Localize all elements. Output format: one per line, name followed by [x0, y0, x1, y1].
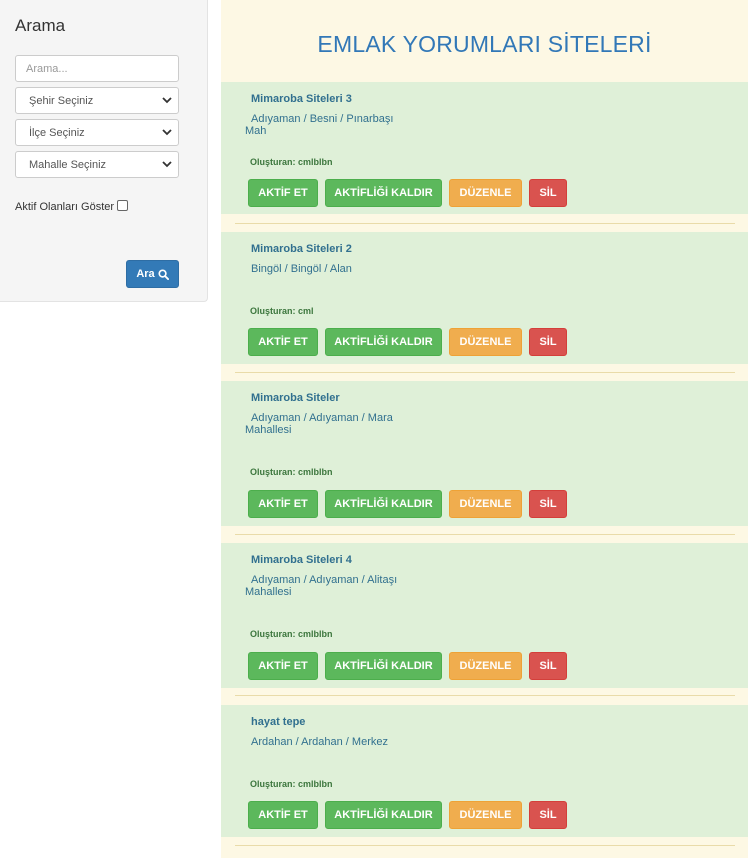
list-item: hayat tepe Ardahan / Ardahan / Merkez Ol…: [221, 705, 748, 837]
site-creator: Oluşturan: cmlblbn: [250, 467, 333, 477]
site-name: Mimaroba Siteleri 4: [251, 554, 352, 566]
search-input[interactable]: [16, 56, 178, 81]
deactivate-button[interactable]: AKTİFLİĞİ KALDIR: [325, 490, 442, 518]
delete-button[interactable]: SİL: [529, 801, 567, 829]
list-item: Mimaroba Siteler Adıyaman / Adıyaman / M…: [221, 381, 748, 526]
site-name: hayat tepe: [251, 716, 306, 728]
action-buttons: AKTİF ET AKTİFLİĞİ KALDIR DÜZENLE SİL: [248, 490, 567, 518]
activate-button[interactable]: AKTİF ET: [248, 179, 318, 207]
search-icon: [158, 268, 169, 280]
delete-button[interactable]: SİL: [529, 328, 567, 356]
site-location: Adıyaman / Besni / Pınarbaşı Mah: [245, 113, 394, 137]
site-name: Mimaroba Siteleri 3: [251, 93, 352, 105]
search-panel-title: Arama: [15, 16, 66, 35]
city-select[interactable]: Şehir Seçiniz: [15, 87, 179, 114]
site-creator: Oluşturan: cmlblbn: [250, 629, 333, 639]
site-name: Mimaroba Siteleri 2: [251, 243, 352, 255]
divider: [235, 372, 735, 373]
deactivate-button[interactable]: AKTİFLİĞİ KALDIR: [325, 179, 442, 207]
edit-button[interactable]: DÜZENLE: [449, 179, 522, 207]
site-name: Mimaroba Siteler: [251, 392, 340, 404]
search-button[interactable]: Ara: [126, 260, 179, 288]
list-item: Mimaroba Siteleri 2 Bingöl / Bingöl / Al…: [221, 232, 748, 364]
chevron-down-icon: [162, 161, 172, 168]
chevron-down-icon: [162, 97, 172, 104]
search-input-wrapper: [15, 55, 179, 82]
deactivate-button[interactable]: AKTİFLİĞİ KALDIR: [325, 652, 442, 680]
site-location: Bingöl / Bingöl / Alan: [251, 263, 352, 275]
deactivate-button[interactable]: AKTİFLİĞİ KALDIR: [325, 801, 442, 829]
edit-button[interactable]: DÜZENLE: [449, 328, 522, 356]
active-filter-row: Aktif Olanları Göster: [15, 200, 129, 213]
list-item: Mimaroba Siteleri 3 Adıyaman / Besni / P…: [221, 82, 748, 214]
divider: [235, 223, 735, 224]
site-location: Adıyaman / Adıyaman / Alitaşı Mahallesi: [245, 574, 398, 598]
activate-button[interactable]: AKTİF ET: [248, 801, 318, 829]
activate-button[interactable]: AKTİF ET: [248, 328, 318, 356]
edit-button[interactable]: DÜZENLE: [449, 490, 522, 518]
chevron-down-icon: [162, 129, 172, 136]
edit-button[interactable]: DÜZENLE: [449, 801, 522, 829]
list-item: Mimaroba Siteleri 4 Adıyaman / Adıyaman …: [221, 543, 748, 688]
delete-button[interactable]: SİL: [529, 490, 567, 518]
district-select[interactable]: İlçe Seçiniz: [15, 119, 179, 146]
divider: [235, 534, 735, 535]
active-checkbox-label: Aktif Olanları Göster: [15, 201, 115, 213]
activate-button[interactable]: AKTİF ET: [248, 652, 318, 680]
site-location: Adıyaman / Adıyaman / Mara Mahallesi: [245, 412, 393, 436]
action-buttons: AKTİF ET AKTİFLİĞİ KALDIR DÜZENLE SİL: [248, 328, 567, 356]
district-select-value: İlçe Seçiniz: [29, 127, 85, 139]
delete-button[interactable]: SİL: [529, 652, 567, 680]
edit-button[interactable]: DÜZENLE: [449, 652, 522, 680]
action-buttons: AKTİF ET AKTİFLİĞİ KALDIR DÜZENLE SİL: [248, 801, 567, 829]
active-checkbox[interactable]: [117, 200, 129, 211]
site-location: Ardahan / Ardahan / Merkez: [251, 736, 388, 748]
divider: [235, 845, 735, 846]
delete-button[interactable]: SİL: [529, 179, 567, 207]
site-creator: Oluşturan: cml: [250, 306, 314, 316]
search-button-label: Ara: [136, 268, 155, 280]
page-title: EMLAK YORUMLARI SİTELERİ: [317, 31, 652, 57]
site-creator: Oluşturan: cmlblbn: [250, 779, 333, 789]
site-creator: Oluşturan: cmlblbn: [250, 157, 333, 167]
activate-button[interactable]: AKTİF ET: [248, 490, 318, 518]
action-buttons: AKTİF ET AKTİFLİĞİ KALDIR DÜZENLE SİL: [248, 652, 567, 680]
search-panel: Arama Şehir Seçiniz İlçe Seçiniz Mahalle…: [0, 0, 208, 302]
main-content: EMLAK YORUMLARI SİTELERİ Mimaroba Sitele…: [221, 0, 748, 858]
city-select-value: Şehir Seçiniz: [29, 95, 94, 107]
neighborhood-select-value: Mahalle Seçiniz: [29, 159, 107, 171]
neighborhood-select[interactable]: Mahalle Seçiniz: [15, 151, 179, 178]
deactivate-button[interactable]: AKTİFLİĞİ KALDIR: [325, 328, 442, 356]
divider: [235, 695, 735, 696]
action-buttons: AKTİF ET AKTİFLİĞİ KALDIR DÜZENLE SİL: [248, 179, 567, 207]
